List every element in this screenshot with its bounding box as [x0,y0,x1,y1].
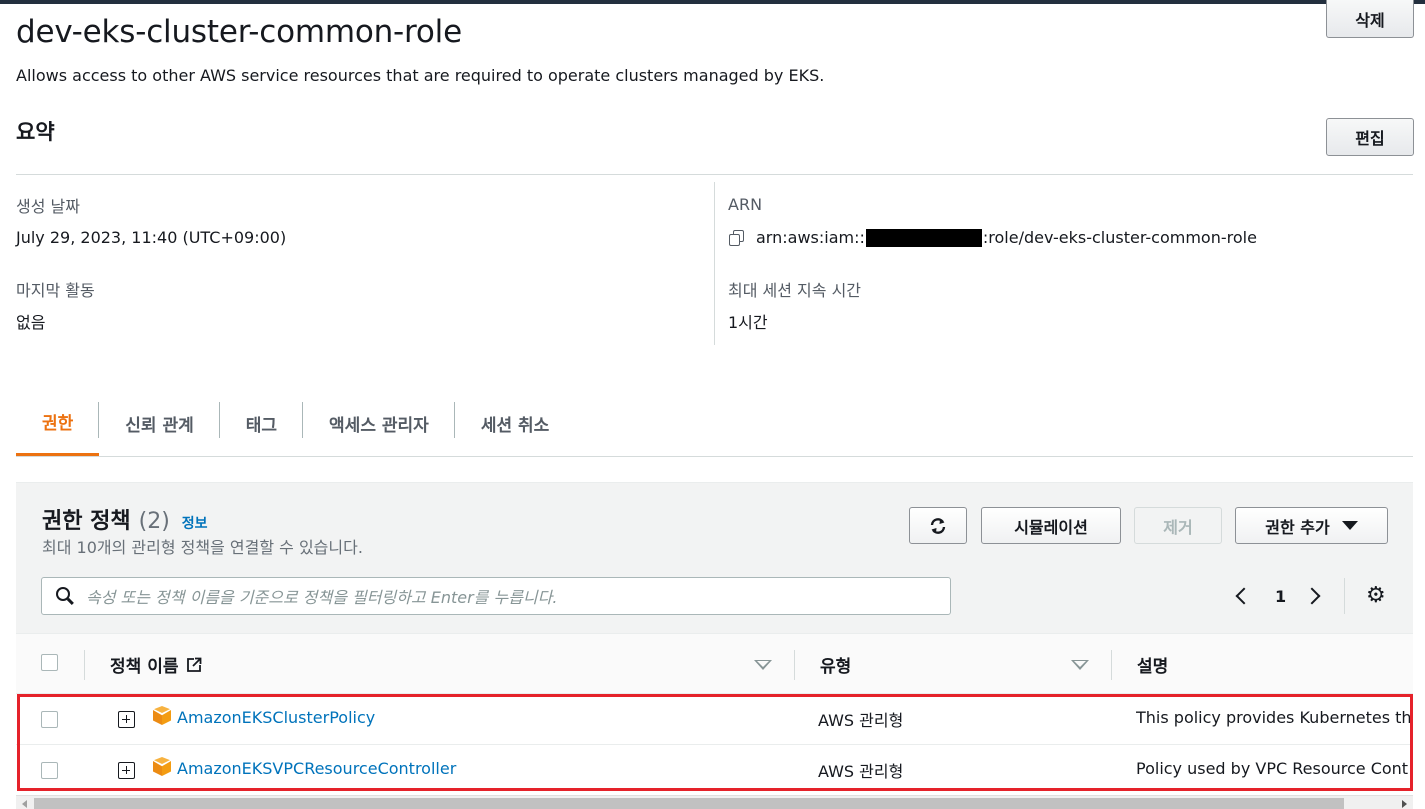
last-activity-value: 없음 [16,313,46,332]
arn-prefix: arn:aws:iam:: [756,228,865,247]
created-label: 생성 날짜 [16,197,80,216]
external-link-icon [187,657,202,672]
last-activity-label: 마지막 활동 [16,281,95,300]
delete-button[interactable]: 삭제 [1326,0,1414,38]
refresh-button[interactable] [909,507,967,544]
role-description: Allows access to other AWS service resou… [16,66,825,85]
summary-column-divider [714,182,715,345]
pager-divider [1344,578,1345,614]
page-number-label: 1 [1275,586,1287,606]
simulate-button[interactable]: 시뮬레이션 [981,507,1121,544]
chevron-right-icon [1303,587,1321,605]
horizontal-scrollbar[interactable] [16,795,1413,809]
scroll-right-arrow-icon[interactable] [1402,800,1407,808]
role-tabs: 권한 신뢰 관계 태그 액세스 관리자 세션 취소 [16,390,1413,457]
column-type[interactable]: 유형 [820,652,851,677]
arn-label: ARN [728,195,763,214]
caret-down-icon [1341,521,1358,530]
column-description[interactable]: 설명 [1137,652,1168,677]
expand-icon[interactable] [118,762,135,779]
policy-type: AWS 관리형 [818,711,904,730]
tab-access-label: 액세스 관리자 [329,415,429,436]
arn-value: arn:aws:iam:: :role/dev-eks-cluster-comm… [728,228,1257,247]
policy-count: (2) [138,509,170,534]
row-checkbox[interactable] [41,762,58,779]
add-permissions-label: 권한 추가 [1265,517,1330,537]
select-all-checkbox[interactable] [41,654,58,671]
next-page-button[interactable] [1303,581,1321,611]
permissions-title: 권한 정책 [42,509,131,534]
redacted-account-id [865,228,982,247]
policy-description: Policy used by VPC Resource Cont [1136,759,1409,778]
tab-access-advisor[interactable]: 액세스 관리자 [303,390,455,456]
prev-page-button[interactable] [1235,581,1253,611]
search-icon [56,587,74,605]
expand-icon[interactable] [118,711,135,728]
tab-permissions-label: 권한 [42,414,74,434]
tab-tags[interactable]: 태그 [220,390,304,456]
sort-down-icon[interactable] [1071,660,1089,670]
policy-description: This policy provides Kubernetes the [1136,708,1413,727]
gear-icon[interactable]: ⚙ [1366,585,1386,607]
table-row[interactable]: AmazonEKSClusterPolicy AWS 관리형 This poli… [16,694,1413,745]
column-description-label: 설명 [1137,657,1169,677]
tab-trust-label: 신뢰 관계 [125,415,194,436]
arn-suffix: :role/dev-eks-cluster-common-role [982,228,1257,247]
table-header: 정책 이름 유형 설명 [16,633,1413,694]
refresh-icon [930,517,946,534]
package-icon [152,757,172,777]
tab-tags-label: 태그 [245,415,278,436]
page-title: dev-eks-cluster-common-role [16,14,462,50]
column-separator [84,650,85,680]
page-number[interactable]: 1 [1275,581,1286,611]
scrollbar-thumb[interactable] [34,798,1344,809]
permissions-header: 권한 정책 (2) 정보 [42,503,208,535]
policy-name-link[interactable]: AmazonEKSVPCResourceController [177,759,456,778]
summary-divider [16,174,1413,175]
policy-type: AWS 관리형 [818,762,904,781]
search-placeholder: 속성 또는 정책 이름을 기준으로 정책을 필터링하고 Enter를 누릅니다. [86,588,558,607]
column-policy-name-label: 정책 이름 [110,657,179,677]
row-checkbox[interactable] [41,711,58,728]
scroll-left-arrow-icon[interactable] [22,800,27,808]
created-value: July 29, 2023, 11:40 (UTC+09:00) [16,228,287,247]
sort-down-icon[interactable] [754,660,772,670]
remove-button[interactable]: 제거 [1134,507,1222,544]
policy-search-input[interactable]: 속성 또는 정책 이름을 기준으로 정책을 필터링하고 Enter를 누릅니다. [41,577,951,615]
top-bar [0,0,1425,4]
policy-name-link[interactable]: AmazonEKSClusterPolicy [177,708,375,727]
summary-title: 요약 [16,120,55,144]
column-type-label: 유형 [820,657,852,677]
copy-icon[interactable] [728,229,746,247]
chevron-left-icon [1235,587,1253,605]
max-session-label: 최대 세션 지속 시간 [728,281,862,300]
permissions-policies-panel: 권한 정책 (2) 정보 최대 10개의 관리형 정책을 연결할 수 있습니다.… [16,482,1413,809]
add-permissions-button[interactable]: 권한 추가 [1235,507,1388,544]
column-separator [794,650,795,680]
package-icon [152,706,172,726]
max-session-value: 1시간 [728,313,768,332]
column-separator [1111,650,1112,680]
tab-revoke-label: 세션 취소 [480,415,550,436]
permissions-subtitle: 최대 10개의 관리형 정책을 연결할 수 있습니다. [42,538,363,557]
column-policy-name[interactable]: 정책 이름 [110,652,203,677]
edit-button[interactable]: 편집 [1326,118,1414,156]
tab-revoke-sessions[interactable]: 세션 취소 [455,390,575,456]
table-row[interactable]: AmazonEKSVPCResourceController AWS 관리형 P… [16,745,1413,796]
info-link[interactable]: 정보 [182,513,208,533]
tab-trust-relationships[interactable]: 신뢰 관계 [99,390,220,456]
tab-permissions[interactable]: 권한 [16,390,100,456]
